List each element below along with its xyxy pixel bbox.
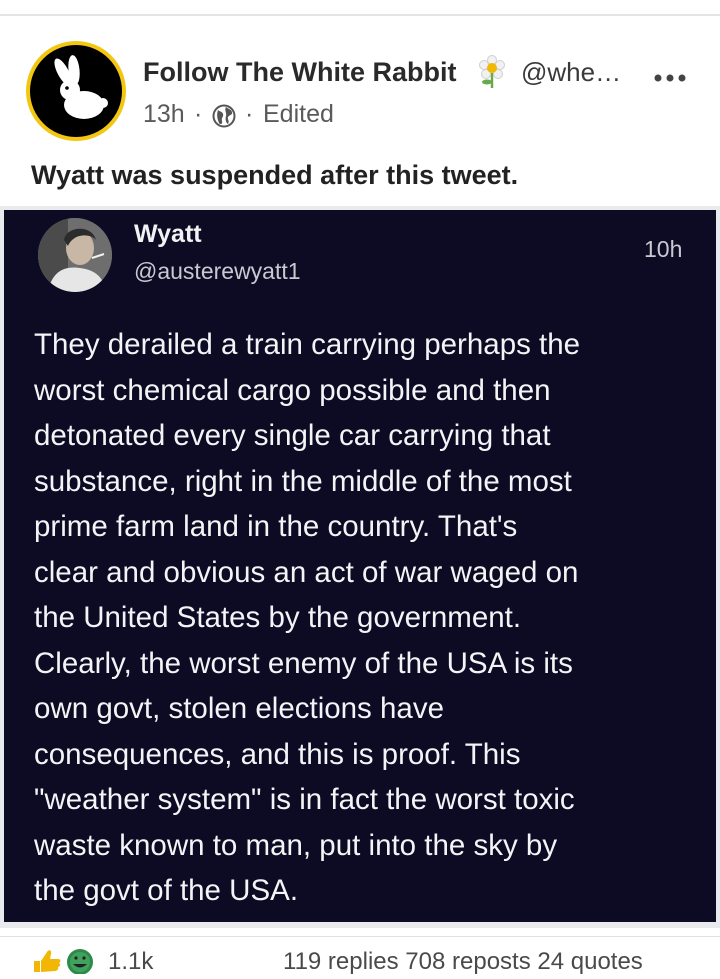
tweet-line: the United States by the government.: [34, 601, 522, 634]
top-divider: [0, 14, 720, 16]
tweet-line: "weather system" is in fact the worst to…: [34, 783, 575, 816]
post-caption: Wyatt was suspended after this tweet.: [31, 160, 519, 190]
tweet-line: the govt of the USA.: [34, 874, 299, 907]
tweet-line: Clearly, the worst enemy of the USA is i…: [34, 646, 573, 680]
footer-divider: [0, 936, 720, 937]
white-rabbit-logo-icon: [30, 45, 122, 137]
tweet-line: prime farm land in the country. That's: [34, 510, 518, 543]
tweet-card: Wyatt @austerewyatt1 10h They derailed a…: [4, 210, 716, 922]
meta-separator: ·: [194, 100, 203, 128]
reactions-count[interactable]: 1.1k: [108, 948, 153, 976]
tweet-line: consequences, and this is proof. This: [34, 737, 521, 771]
edited-label: Edited: [263, 100, 334, 128]
post-time: 13h: [143, 100, 185, 128]
tweet-author-name: Wyatt: [134, 220, 202, 248]
tweet-line: clear and obvious an act of war waged on: [34, 555, 579, 589]
globe-icon: [212, 104, 236, 133]
tweet-author-handle: @austerewyatt1: [134, 258, 301, 284]
author-name[interactable]: Follow The White Rabbit: [143, 57, 456, 88]
tweet-line: worst chemical cargo possible and then: [34, 373, 551, 407]
tweet-line: own govt, stolen elections have: [34, 692, 444, 725]
author-handle[interactable]: @whe…: [521, 57, 621, 88]
tweet-line: substance, right in the middle of the mo…: [34, 464, 572, 498]
tweet-image[interactable]: Wyatt @austerewyatt1 10h They derailed a…: [0, 206, 720, 928]
meta-separator-2: ·: [245, 100, 254, 128]
reaction-icons[interactable]: [30, 944, 100, 979]
author-avatar[interactable]: [26, 41, 126, 141]
engagement-stats[interactable]: 119 replies 708 reposts 24 quotes: [283, 948, 643, 976]
tweet-line: waste known to man, put into the sky by: [34, 828, 558, 862]
tweet-time: 10h: [644, 236, 683, 262]
tweet-body: They derailed a train carrying perhaps t…: [34, 322, 704, 914]
more-options-icon[interactable]: [653, 70, 687, 88]
flower-icon: [478, 55, 506, 94]
tweet-line: detonated every single car carrying that: [34, 419, 551, 452]
tweet-avatar: [38, 218, 112, 292]
tweet-line: They derailed a train carrying perhaps t…: [34, 328, 581, 361]
